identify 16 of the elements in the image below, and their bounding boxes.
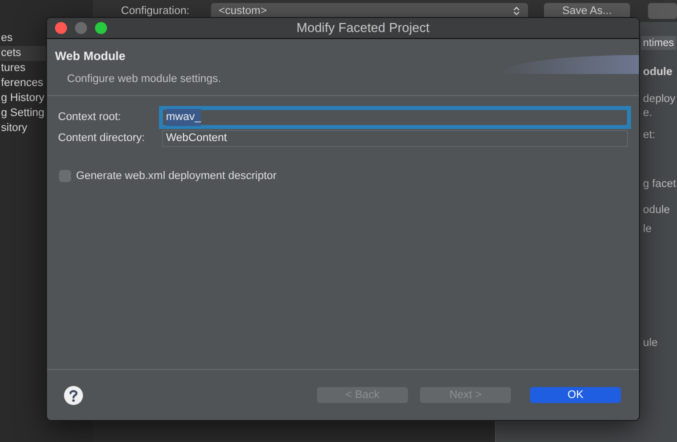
checkbox-label: Generate web.xml deployment descriptor [76, 169, 277, 184]
field-label: Context root: [58, 110, 122, 126]
panel-text: odule [643, 203, 670, 218]
configuration-label: Configuration: [121, 4, 190, 19]
window-title: Modify Faceted Project [296, 19, 430, 38]
select-value: <custom> [218, 4, 267, 19]
panel-text: deploy [643, 92, 676, 107]
field-label: Content directory: [58, 131, 146, 146]
panel-heading: odule [643, 65, 672, 80]
panel-text: et: [643, 128, 656, 143]
panel-text: le [643, 222, 652, 237]
panel-text: e. [643, 106, 652, 121]
panel-text: g facet [643, 177, 676, 192]
panel-text: ule [643, 336, 658, 351]
page-description: Configure web module settings. [67, 72, 222, 87]
page-heading: Web Module [55, 48, 126, 65]
